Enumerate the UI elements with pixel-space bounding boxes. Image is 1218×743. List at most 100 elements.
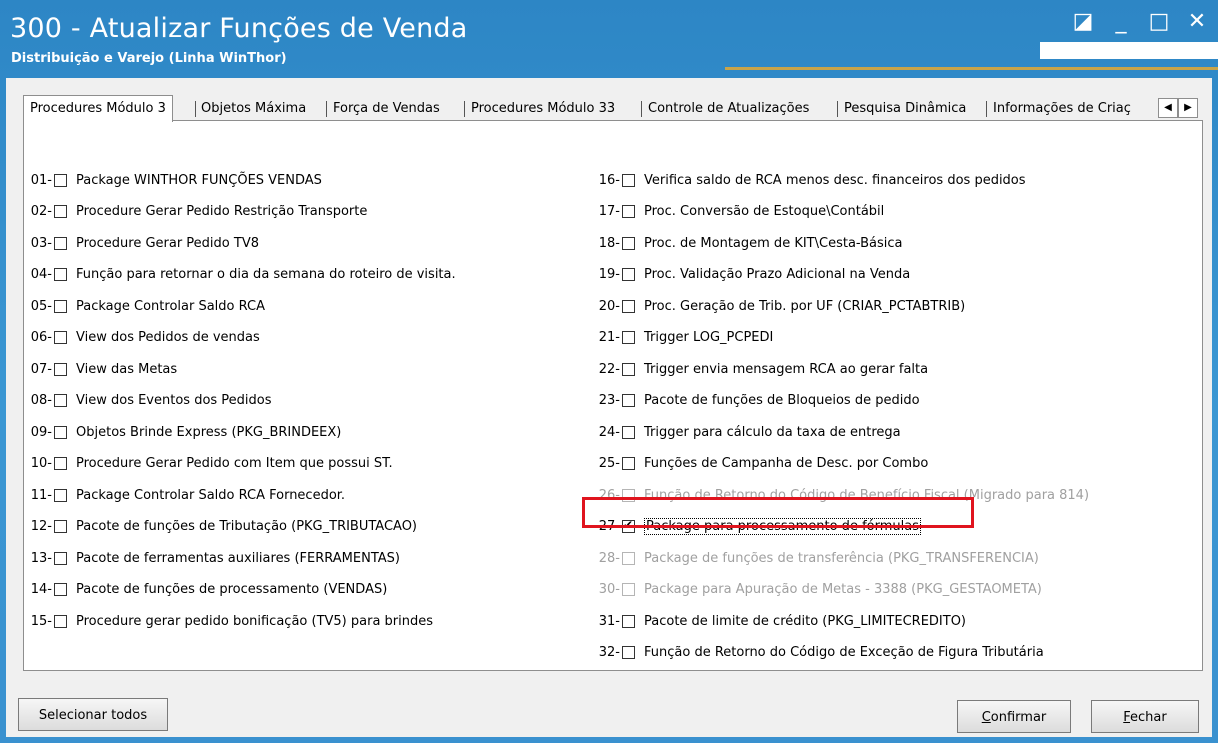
- checkbox-item[interactable]: 30- Package para Apuração de Metas - 3388…: [594, 580, 1042, 600]
- tab-scroll-right-icon[interactable]: ▶: [1178, 98, 1198, 118]
- checkbox-item[interactable]: 12- Pacote de funções de Tributação (PKG_…: [28, 517, 417, 537]
- item-number: 04-: [30, 267, 52, 282]
- item-number: 25-: [598, 456, 620, 471]
- checkbox[interactable]: [54, 488, 67, 502]
- checkbox[interactable]: [54, 394, 67, 407]
- checkbox-item[interactable]: 19- Proc. Validação Prazo Adicional na Ve…: [594, 265, 910, 285]
- checkbox[interactable]: [54, 551, 67, 565]
- checkbox-item[interactable]: 08- View dos Eventos dos Pedidos: [28, 391, 272, 411]
- checkbox-item[interactable]: 02- Procedure Gerar Pedido Restrição Tran…: [28, 202, 368, 222]
- close-label: echar: [1130, 710, 1167, 725]
- checkbox-item[interactable]: 23- Pacote de funções de Bloqueios de ped…: [594, 391, 920, 411]
- select-all-button[interactable]: Selecionar todos: [18, 698, 168, 731]
- item-number: 22-: [598, 361, 620, 377]
- tab-forca-de-vendas[interactable]: Força de Vendas: [327, 97, 446, 121]
- checkbox[interactable]: [622, 331, 635, 344]
- checkbox-item[interactable]: 20- Proc. Geração de Trib. por UF (CRIAR_…: [594, 296, 965, 316]
- checkbox-item[interactable]: 22- Trigger envia mensagem RCA ao gerar f…: [594, 359, 928, 379]
- checkbox[interactable]: [54, 331, 67, 344]
- item-label: Procedure gerar pedido bonificação (TV5)…: [76, 613, 434, 629]
- checkbox-item[interactable]: 25- Funções de Campanha de Desc. por Comb…: [594, 454, 929, 474]
- checkbox-item[interactable]: 18- Proc. de Montagem de KIT\Cesta-Básica: [594, 233, 903, 253]
- checkbox-item[interactable]: 04- Função para retornar o dia da semana …: [28, 265, 456, 285]
- checkbox[interactable]: [54, 268, 67, 281]
- checkbox[interactable]: [622, 299, 635, 313]
- item-number: 17-: [598, 204, 620, 219]
- item-label: Package para Apuração de Metas - 3388 (P…: [644, 582, 1042, 597]
- tab-controle-de-atualizacoes[interactable]: Controle de Atualizações: [642, 97, 815, 121]
- checkbox-item[interactable]: 32- Função de Retorno do Código de Exceçã…: [594, 643, 1044, 663]
- window-title: 300 - Atualizar Funções de Venda: [10, 13, 468, 44]
- checkbox-item[interactable]: 31- Pacote de limite de crédito (PKG_LIMI…: [594, 611, 966, 631]
- item-number: 11-: [30, 487, 52, 503]
- tab-pesquisa-dinamica[interactable]: Pesquisa Dinâmica: [838, 97, 972, 121]
- checkbox-item[interactable]: 17- Proc. Conversão de Estoque\Contábil: [594, 202, 885, 222]
- highlight-box: [582, 497, 974, 528]
- item-number: 20-: [598, 298, 620, 314]
- checkbox[interactable]: [54, 173, 67, 187]
- checkbox[interactable]: [622, 425, 635, 439]
- item-number: 13-: [30, 550, 52, 566]
- confirm-button[interactable]: Confirmar: [957, 700, 1071, 733]
- checkbox[interactable]: [622, 457, 635, 470]
- item-label: Pacote de limite de crédito (PKG_LIMITEC…: [644, 613, 966, 629]
- item-label: Funções de Campanha de Desc. por Combo: [644, 456, 929, 471]
- close-button[interactable]: Fechar: [1091, 700, 1199, 733]
- client-area: Procedures Módulo 3 Objetos Máxima Força…: [6, 78, 1212, 737]
- checkbox-item[interactable]: 11- Package Controlar Saldo RCA Fornecedo…: [28, 485, 345, 505]
- checkbox[interactable]: [54, 583, 67, 596]
- tab-procedures-modulo-33[interactable]: Procedures Módulo 33: [465, 97, 621, 121]
- checkbox-item[interactable]: 13- Pacote de ferramentas auxiliares (FER…: [28, 548, 400, 568]
- checkbox-item[interactable]: 16- Verifica saldo de RCA menos desc. fin…: [594, 170, 1026, 190]
- checkbox-item[interactable]: 21- Trigger LOG_PCPEDI: [594, 328, 774, 348]
- checkbox[interactable]: [54, 614, 67, 628]
- tab-panel: 01- Package WINTHOR FUNÇÕES VENDAS 02- Proc…: [23, 120, 1203, 671]
- checkbox[interactable]: [622, 362, 635, 376]
- checkbox[interactable]: [622, 236, 635, 250]
- checkbox[interactable]: [54, 457, 67, 470]
- checkbox[interactable]: [622, 173, 635, 187]
- item-label: Trigger para cálculo da taxa de entrega: [644, 424, 901, 440]
- tab-procedures-modulo-3[interactable]: Procedures Módulo 3: [23, 95, 173, 122]
- close-icon[interactable]: ✕: [1186, 10, 1208, 34]
- checkbox-item[interactable]: 01- Package WINTHOR FUNÇÕES VENDAS: [28, 170, 322, 190]
- checkbox[interactable]: [54, 520, 67, 533]
- checkbox-item[interactable]: 24- Trigger para cálculo da taxa de entre…: [594, 422, 901, 442]
- checkbox[interactable]: [622, 205, 635, 218]
- item-label: Verifica saldo de RCA menos desc. financ…: [644, 172, 1026, 188]
- checkbox[interactable]: [622, 646, 635, 659]
- checkbox-item[interactable]: 09- Objetos Brinde Express (PKG_BRINDEEX): [28, 422, 342, 442]
- checkbox[interactable]: [54, 425, 67, 439]
- checkbox[interactable]: [622, 614, 635, 628]
- close-accelerator: F: [1123, 710, 1131, 725]
- maximize-icon[interactable]: □: [1148, 10, 1170, 34]
- tab-objetos-maxima[interactable]: Objetos Máxima: [195, 97, 312, 121]
- checkbox-item[interactable]: 10- Procedure Gerar Pedido com Item que p…: [28, 454, 393, 474]
- checkbox-item[interactable]: 28- Package de funções de transferência (…: [594, 548, 1039, 568]
- checkbox[interactable]: [622, 583, 635, 596]
- checkbox-item[interactable]: 15- Procedure gerar pedido bonificação (T…: [28, 611, 433, 631]
- checkbox[interactable]: [622, 551, 635, 565]
- checkbox[interactable]: [54, 205, 67, 218]
- tab-scroll-left-icon[interactable]: ◀: [1158, 98, 1178, 118]
- item-label: Procedure Gerar Pedido Restrição Transpo…: [76, 204, 368, 219]
- minimize-icon[interactable]: _: [1110, 10, 1132, 34]
- checkbox[interactable]: [54, 236, 67, 250]
- checkbox-item[interactable]: 05- Package Controlar Saldo RCA: [28, 296, 265, 316]
- checkbox-item[interactable]: 07- View das Metas: [28, 359, 177, 379]
- item-label: Procedure Gerar Pedido TV8: [76, 235, 259, 251]
- checkbox-item[interactable]: 06- View dos Pedidos de vendas: [28, 328, 260, 348]
- checkbox[interactable]: [54, 362, 67, 376]
- item-number: 31-: [598, 613, 620, 629]
- item-number: 30-: [598, 582, 620, 597]
- checkbox[interactable]: [622, 268, 635, 281]
- title-accent-line: [725, 67, 1218, 70]
- tab-informacoes-de-criacao[interactable]: Informações de Criaç: [987, 97, 1149, 121]
- item-number: 14-: [30, 582, 52, 597]
- checkbox-item[interactable]: 14- Pacote de funções de processamento (V…: [28, 580, 388, 600]
- checkbox-item[interactable]: 03- Procedure Gerar Pedido TV8: [28, 233, 259, 253]
- item-label: View dos Eventos dos Pedidos: [76, 393, 272, 408]
- restore-icon[interactable]: ◪: [1072, 10, 1094, 34]
- checkbox[interactable]: [54, 299, 67, 313]
- checkbox[interactable]: [622, 394, 635, 407]
